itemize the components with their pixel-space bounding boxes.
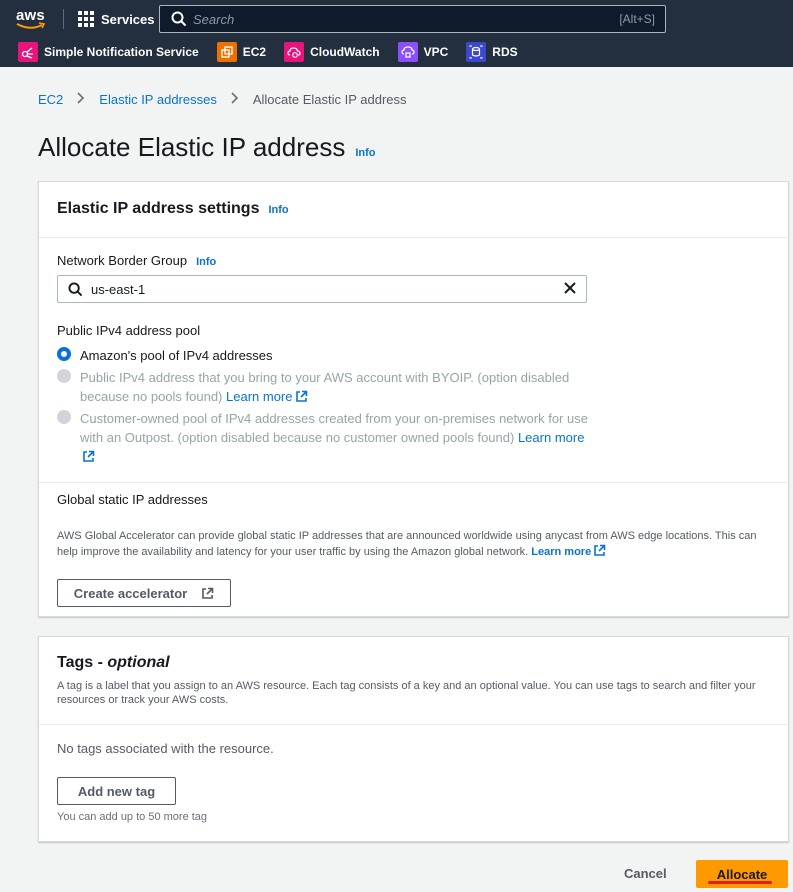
allocate-button[interactable]: Allocate	[696, 860, 788, 888]
external-link-icon	[594, 544, 606, 556]
favorite-vpc[interactable]: VPC	[397, 42, 449, 62]
page-info-link[interactable]: Info	[355, 147, 375, 159]
favorites-bar: Simple Notification Service EC2 CloudWat…	[0, 37, 793, 67]
global-desc-text: AWS Global Accelerator can provide globa…	[57, 530, 757, 558]
radio-label-text: Public IPv4 address that you bring to yo…	[80, 370, 570, 404]
favorite-sns[interactable]: Simple Notification Service	[18, 42, 199, 62]
learn-more-text: Learn more	[226, 389, 293, 404]
network-border-group-select[interactable]: us-east-1	[57, 275, 587, 303]
ipv4-pool-label-text: Public IPv4 address pool	[57, 323, 201, 338]
grid-icon	[78, 11, 94, 27]
section-divider	[39, 482, 788, 483]
tags-title: Tags - optional	[57, 654, 170, 672]
network-border-group-label: Network Border Group	[57, 253, 188, 268]
tags-title-text: Tags -	[57, 654, 108, 671]
breadcrumb-current: Allocate Elastic IP address	[252, 92, 407, 107]
network-border-group-value: us-east-1	[91, 282, 146, 297]
favorite-label: Simple Notification Service	[44, 45, 199, 59]
favorite-label: VPC	[423, 45, 449, 59]
focus-underline	[708, 881, 772, 884]
breadcrumb-ec2-link[interactable]: EC2	[38, 92, 63, 107]
external-link-icon	[83, 450, 95, 462]
radio-label: Amazon's pool of IPv4 addresses	[80, 348, 273, 363]
page-title: Allocate Elastic IP address	[38, 132, 346, 162]
learn-more-link[interactable]: Learn more	[226, 389, 307, 404]
radio-byoip-pool: Public IPv4 address that you bring to yo…	[57, 368, 590, 406]
learn-more-text: Learn more	[531, 546, 592, 558]
favorite-rds[interactable]: RDS	[466, 42, 518, 62]
top-navigation: aws Services Search [Alt+S] Simple Notif…	[0, 0, 793, 67]
rds-icon	[466, 42, 487, 62]
services-menu-button[interactable]: Services	[78, 9, 155, 29]
tags-header: Tags - optional A tag is a label that yo…	[39, 637, 788, 725]
learn-more-text: Learn more	[517, 430, 585, 445]
add-new-tag-label: Add new tag	[77, 783, 156, 799]
radio-label: Customer-owned pool of IPv4 addresses cr…	[80, 409, 590, 466]
sns-icon	[18, 42, 38, 62]
search-placeholder: Search	[193, 12, 235, 27]
services-label: Services	[101, 11, 155, 27]
external-link-icon	[202, 587, 214, 599]
favorite-label: EC2	[242, 45, 267, 59]
search-input[interactable]: Search [Alt+S]	[159, 5, 666, 33]
external-link-icon	[295, 390, 307, 402]
global-static-ip-label-text: Global static IP addresses	[57, 492, 208, 507]
cloudwatch-icon	[284, 42, 305, 62]
vpc-icon	[397, 42, 418, 62]
global-static-ip-label: Global static IP addresses	[57, 492, 208, 507]
radio-label: Public IPv4 address that you bring to yo…	[80, 368, 590, 406]
aws-logo[interactable]: aws	[14, 7, 50, 31]
favorite-label: CloudWatch	[310, 45, 380, 59]
radio-label-text: Customer-owned pool of IPv4 addresses cr…	[80, 411, 588, 445]
chevron-right-icon	[77, 92, 85, 107]
radio-disabled-icon	[57, 410, 71, 424]
radio-disabled-icon	[57, 369, 71, 383]
radio-selected-icon[interactable]	[57, 347, 71, 361]
no-tags-message: No tags associated with the resource.	[57, 741, 274, 756]
elastic-ip-settings-panel: Elastic IP address settings Info Network…	[38, 181, 789, 617]
global-accelerator-description: AWS Global Accelerator can provide globa…	[57, 529, 772, 560]
page-header: Allocate Elastic IP address Info	[38, 132, 376, 163]
panel-title: Elastic IP address settings	[57, 200, 260, 217]
favorite-label: RDS	[492, 45, 518, 59]
search-shortcut: [Alt+S]	[619, 12, 655, 26]
radio-amazon-pool[interactable]: Amazon's pool of IPv4 addresses	[57, 346, 590, 365]
add-new-tag-button[interactable]: Add new tag	[57, 777, 176, 805]
tags-panel: Tags - optional A tag is a label that yo…	[38, 636, 789, 842]
aws-smile-icon	[16, 22, 46, 29]
chevron-right-icon	[231, 92, 239, 107]
allocate-label: Allocate	[716, 866, 768, 882]
breadcrumb-elastic-ip-link[interactable]: Elastic IP addresses	[99, 92, 217, 107]
favorite-cloudwatch[interactable]: CloudWatch	[284, 42, 380, 62]
nbg-info-link[interactable]: Info	[196, 256, 216, 268]
network-border-group-label-row: Network Border Group Info	[57, 253, 216, 268]
search-icon	[68, 282, 83, 297]
tags-limit-hint: You can add up to 50 more tag	[57, 811, 208, 823]
breadcrumb: EC2 Elastic IP addresses Allocate Elasti…	[38, 92, 407, 107]
create-accelerator-label: Create accelerator	[73, 585, 188, 601]
global-learn-more-link[interactable]: Learn more	[531, 544, 606, 558]
settings-info-link[interactable]: Info	[268, 204, 288, 216]
nav-divider	[63, 9, 64, 29]
tags-description: A tag is a label that you assign to an A…	[57, 680, 756, 706]
search-icon	[171, 11, 187, 27]
cancel-button[interactable]: Cancel	[624, 866, 667, 881]
top-nav-row: aws Services Search [Alt+S]	[0, 0, 793, 37]
radio-customer-owned-pool: Customer-owned pool of IPv4 addresses cr…	[57, 409, 590, 466]
create-accelerator-button[interactable]: Create accelerator	[57, 579, 231, 607]
panel-header: Elastic IP address settings Info	[39, 182, 788, 238]
clear-icon[interactable]	[562, 280, 578, 296]
favorite-ec2[interactable]: EC2	[216, 42, 267, 62]
tags-title-optional: optional	[107, 654, 170, 671]
ec2-icon	[216, 42, 237, 62]
ipv4-pool-label: Public IPv4 address pool	[57, 323, 200, 338]
